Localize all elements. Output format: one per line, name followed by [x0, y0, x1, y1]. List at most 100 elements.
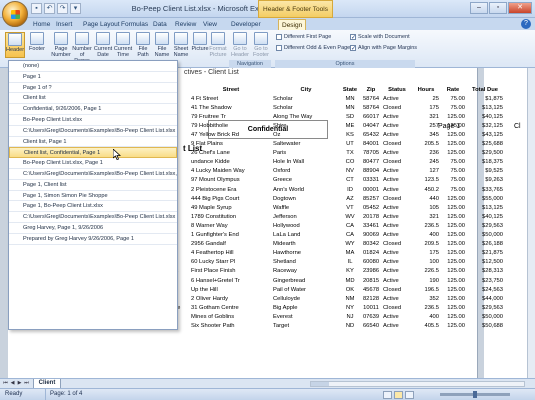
table-cell[interactable]: Paris — [272, 149, 340, 158]
table-cell[interactable]: 1789 Constitution — [190, 212, 272, 221]
table-cell[interactable]: SD — [340, 112, 360, 121]
redo-icon[interactable]: ↷ — [57, 3, 68, 14]
table-cell[interactable]: KS — [340, 130, 360, 139]
table-cell[interactable]: 245 — [412, 158, 440, 167]
table-cell[interactable]: 125.00 — [440, 130, 466, 139]
table-cell[interactable]: Active — [382, 203, 412, 212]
table-cell[interactable]: Oxford — [272, 167, 340, 176]
table-cell[interactable]: $50,000 — [466, 312, 504, 321]
table-cell[interactable]: 125.00 — [440, 258, 466, 267]
table-cell[interactable]: Up the Hill — [190, 285, 272, 294]
table-cell[interactable]: 00001 — [360, 185, 382, 194]
table-cell[interactable]: 2956 Gandalf — [190, 240, 272, 249]
table-cell[interactable]: 236.5 — [412, 221, 440, 230]
table-cell[interactable]: Scholar — [272, 94, 340, 103]
table-cell[interactable]: ND — [340, 321, 360, 330]
normal-view-icon[interactable] — [383, 391, 392, 399]
table-cell[interactable]: WY — [340, 240, 360, 249]
table-cell[interactable]: $21,875 — [466, 249, 504, 258]
table-cell[interactable]: $33,765 — [466, 185, 504, 194]
restore-button[interactable]: ▫ — [489, 2, 507, 14]
table-cell[interactable]: 41 The Shadow — [190, 103, 272, 112]
table-cell[interactable]: $9,263 — [466, 176, 504, 185]
close-button[interactable]: ✕ — [508, 2, 532, 14]
table-cell[interactable]: WV — [340, 212, 360, 221]
table-cell[interactable]: 123.5 — [412, 176, 440, 185]
table-cell[interactable]: 205.5 — [412, 140, 440, 149]
table-cell[interactable]: 45678 — [360, 285, 382, 294]
footer-button[interactable]: Footer — [27, 32, 47, 58]
table-cell[interactable]: Mines of Goblins — [190, 312, 272, 321]
tab-home[interactable]: Home — [30, 19, 53, 30]
dropdown-item[interactable]: Confidential, 9/26/2006, Page 1 — [9, 104, 177, 115]
table-cell[interactable]: 105 — [412, 203, 440, 212]
dropdown-item[interactable]: Page 1, Bo-Peep Client List.xlsx — [9, 201, 177, 213]
table-cell[interactable]: VT — [340, 203, 360, 212]
table-cell[interactable]: MN — [340, 103, 360, 112]
table-cell[interactable]: 4 Feathertop Hill — [190, 249, 272, 258]
table-cell[interactable]: 10011 — [360, 303, 382, 312]
table-cell[interactable]: 125.00 — [440, 267, 466, 276]
table-cell[interactable]: NY — [340, 303, 360, 312]
tab-insert[interactable]: Insert — [53, 19, 75, 30]
opt-different-first-page[interactable]: Different First Page — [276, 34, 331, 40]
table-cell[interactable]: Ann's World — [272, 185, 340, 194]
vertical-scrollbar[interactable] — [527, 68, 535, 378]
table-cell[interactable]: CO — [340, 158, 360, 167]
table-cell[interactable]: 125.00 — [440, 276, 466, 285]
table-cell[interactable]: Six Shooter Path — [190, 321, 272, 330]
table-cell[interactable]: OK — [340, 285, 360, 294]
table-cell[interactable]: 440 — [412, 194, 440, 203]
table-cell[interactable]: Hawthorne — [272, 249, 340, 258]
table-cell[interactable]: Shetland — [272, 258, 340, 267]
table-cell[interactable]: 175 — [412, 103, 440, 112]
table-cell[interactable]: 405.5 — [412, 321, 440, 330]
table-cell[interactable]: 190 — [412, 276, 440, 285]
table-cell[interactable]: 4 Ft Street — [190, 94, 272, 103]
table-cell[interactable]: Active — [382, 276, 412, 285]
tab-view[interactable]: View — [200, 19, 220, 30]
table-cell[interactable]: 127 — [412, 167, 440, 176]
table-cell[interactable]: Active — [382, 130, 412, 139]
save-icon[interactable]: ▪ — [31, 3, 42, 14]
table-cell[interactable]: Gingerbread — [272, 276, 340, 285]
dropdown-item[interactable]: Page 1, Client list — [9, 180, 177, 191]
table-cell[interactable]: Hollywood — [272, 221, 340, 230]
table-cell[interactable]: 6 Hansel+Gretel Tr — [190, 276, 272, 285]
table-cell[interactable]: 90069 — [360, 231, 382, 240]
scale-checkbox[interactable] — [350, 34, 356, 40]
table-cell[interactable]: 321 — [412, 112, 440, 121]
table-cell[interactable]: 75.00 — [440, 176, 466, 185]
table-cell[interactable]: 75.00 — [440, 185, 466, 194]
table-cell[interactable]: 209.5 — [412, 240, 440, 249]
table-cell[interactable]: 88904 — [360, 167, 382, 176]
next-sheet-icon[interactable]: ▶ — [16, 380, 23, 387]
table-cell[interactable]: Closed — [382, 303, 412, 312]
table-cell[interactable]: Active — [382, 249, 412, 258]
table-cell[interactable]: Greece — [272, 176, 340, 185]
table-cell[interactable]: 1 Gunfighter's End — [190, 231, 272, 240]
table-cell[interactable]: IL — [340, 258, 360, 267]
table-cell[interactable]: 125.00 — [440, 221, 466, 230]
scroll-thumb[interactable] — [311, 382, 329, 386]
table-cell[interactable]: Closed — [382, 103, 412, 112]
dropdown-item[interactable]: C:\Users\Greg\Documents\Examples\Bo-Peep… — [9, 212, 177, 223]
table-cell[interactable]: $40,125 — [466, 212, 504, 221]
page-number-button[interactable]: Page Number — [51, 32, 71, 58]
table-cell[interactable]: 125.00 — [440, 112, 466, 121]
table-cell[interactable]: $29,563 — [466, 303, 504, 312]
table-cell[interactable]: 75.00 — [440, 94, 466, 103]
undo-icon[interactable]: ↶ — [44, 3, 55, 14]
table-cell[interactable]: 125.00 — [440, 294, 466, 303]
table-cell[interactable]: 226.5 — [412, 267, 440, 276]
table-cell[interactable]: KY — [340, 267, 360, 276]
table-cell[interactable]: 07639 — [360, 312, 382, 321]
table-cell[interactable]: Oz — [272, 130, 340, 139]
table-cell[interactable]: Active — [382, 267, 412, 276]
table-cell[interactable]: NV — [340, 167, 360, 176]
table-cell[interactable]: Active — [382, 149, 412, 158]
table-cell[interactable]: CA — [340, 231, 360, 240]
table-cell[interactable]: 05452 — [360, 203, 382, 212]
table-cell[interactable]: $9,525 — [466, 167, 504, 176]
table-cell[interactable]: MA — [340, 249, 360, 258]
